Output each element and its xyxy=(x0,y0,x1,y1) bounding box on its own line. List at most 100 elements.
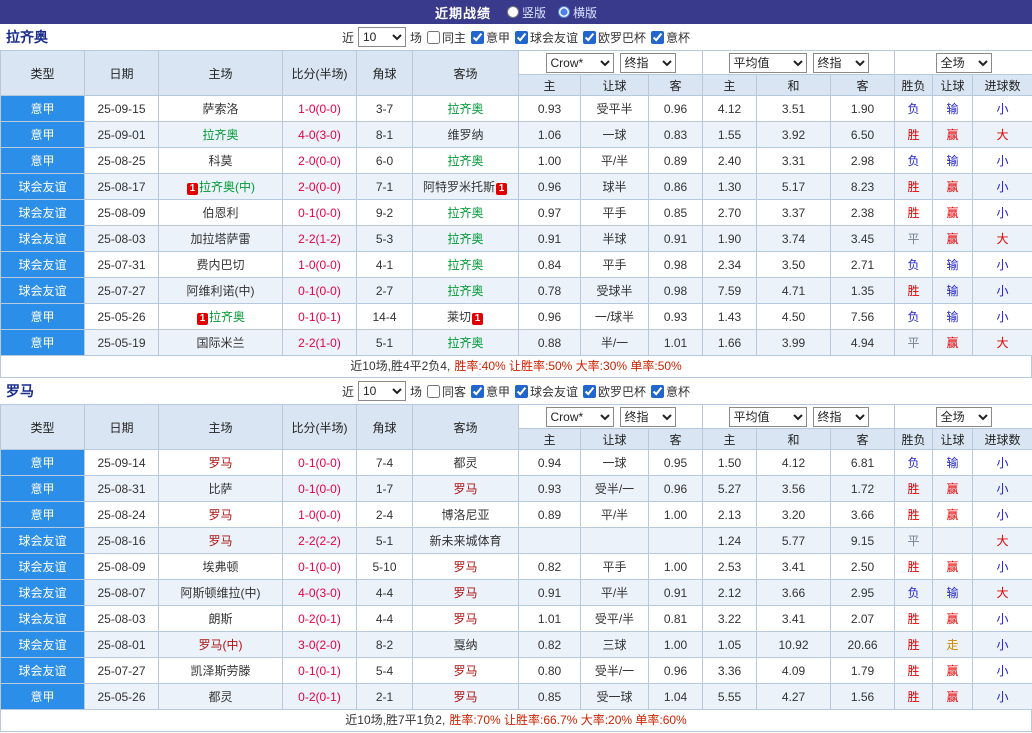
layout-option-1[interactable]: 横版 xyxy=(558,4,597,21)
team-name[interactable]: 朗斯 xyxy=(208,612,232,626)
team-name[interactable]: 拉齐奥 xyxy=(447,206,483,220)
team-name[interactable]: 都灵 xyxy=(453,456,477,470)
team-name[interactable]: 罗马(中) xyxy=(199,638,243,652)
sub-column-header: 让球 xyxy=(580,428,649,450)
team-name[interactable]: 阿维利诺(中) xyxy=(187,284,255,298)
date-cell: 25-09-01 xyxy=(84,121,159,148)
asia-final-odds-select[interactable]: 终指 xyxy=(619,52,676,73)
team-name[interactable]: 拉齐奥 xyxy=(202,128,238,142)
europe-away-odds-cell: 3.45 xyxy=(830,225,896,252)
layout-option-0[interactable]: 竖版 xyxy=(506,4,546,21)
team-name[interactable]: 都灵 xyxy=(208,690,232,704)
europe-away-odds-cell: 7.56 xyxy=(830,303,896,330)
team-name[interactable]: 埃弗顿 xyxy=(202,560,238,574)
europe-source-select[interactable]: 平均值 xyxy=(728,52,807,73)
europe-home-odds-cell: 2.34 xyxy=(702,251,758,278)
team-name[interactable]: 戛纳 xyxy=(453,638,477,652)
team-name[interactable]: 罗马 xyxy=(453,586,477,600)
europe-source-select[interactable]: 平均值 xyxy=(728,406,807,427)
team-name[interactable]: 伯恩利 xyxy=(202,206,238,220)
team-name[interactable]: 拉齐奥 xyxy=(447,284,483,298)
match-count-select[interactable]: 10 xyxy=(357,381,406,401)
fullmatch-scope-select[interactable]: 全场 xyxy=(935,406,992,427)
match-count-select[interactable]: 10 xyxy=(357,27,406,47)
team-name[interactable]: 莱切 xyxy=(447,310,471,324)
team-name[interactable]: 凯泽斯劳滕 xyxy=(190,664,250,678)
team-name[interactable]: 罗马 xyxy=(208,508,232,522)
team-name[interactable]: 阿斯顿维拉(中) xyxy=(181,586,261,600)
league-filter-1[interactable]: 球会友谊 xyxy=(515,383,578,400)
team-name[interactable]: 罗马 xyxy=(208,456,232,470)
team-name[interactable]: 新未来城体育 xyxy=(429,534,501,548)
league-cell: 意甲 xyxy=(0,475,85,502)
team-name[interactable]: 维罗纳 xyxy=(447,128,483,142)
team-name[interactable]: 科莫 xyxy=(208,154,232,168)
europe-final-odds-select[interactable]: 终指 xyxy=(812,52,869,73)
team-name[interactable]: 拉齐奥 xyxy=(447,154,483,168)
team-name[interactable]: 比萨 xyxy=(208,482,232,496)
europe-draw-odds-cell: 3.74 xyxy=(756,225,832,252)
sub-column-header: 客 xyxy=(647,74,704,96)
league-filter-3-checkbox[interactable] xyxy=(651,384,665,398)
score-cell: 2-0(0-0) xyxy=(282,173,357,200)
team-name[interactable]: 罗马 xyxy=(453,560,477,574)
same-venue-filter-checkbox[interactable] xyxy=(426,30,440,44)
team-name[interactable]: 萨索洛 xyxy=(202,102,238,116)
home-team-cell: 萨索洛 xyxy=(158,95,283,122)
europe-home-odds-cell: 7.59 xyxy=(702,277,758,304)
league-filter-0-checkbox[interactable] xyxy=(470,30,484,44)
league-filter-2-checkbox[interactable] xyxy=(583,30,597,44)
team-name[interactable]: 拉齐奥(中) xyxy=(199,180,255,194)
league-filter-0-checkbox[interactable] xyxy=(470,384,484,398)
league-filter-0[interactable]: 意甲 xyxy=(470,383,510,400)
team-name[interactable]: 罗马 xyxy=(453,482,477,496)
league-filter-3-checkbox[interactable] xyxy=(651,30,665,44)
asia-away-odds-cell: 0.83 xyxy=(647,121,704,148)
result-handicap-cell: 赢 xyxy=(932,173,974,200)
team-name[interactable]: 拉齐奥 xyxy=(447,102,483,116)
result-outcome-cell: 胜 xyxy=(894,173,934,200)
same-venue-filter-checkbox[interactable] xyxy=(426,384,440,398)
league-filter-2-checkbox[interactable] xyxy=(583,384,597,398)
europe-home-odds-cell: 1.05 xyxy=(702,631,758,658)
asia-source-select[interactable]: Crow* xyxy=(545,406,614,427)
team-name[interactable]: 拉齐奥 xyxy=(447,336,483,350)
league-filter-3[interactable]: 意杯 xyxy=(651,29,690,46)
team-name[interactable]: 国际米兰 xyxy=(196,336,244,350)
team-name[interactable]: 拉齐奥 xyxy=(209,310,245,324)
asia-final-odds-select[interactable]: 终指 xyxy=(619,406,676,427)
league-filter-2[interactable]: 欧罗巴杯 xyxy=(583,383,646,400)
team-name[interactable]: 拉齐奥 xyxy=(447,232,483,246)
team-name[interactable]: 罗马 xyxy=(453,612,477,626)
same-venue-filter[interactable]: 同客 xyxy=(426,383,466,400)
league-cell: 球会友谊 xyxy=(0,657,85,684)
europe-away-odds-cell: 2.50 xyxy=(830,553,896,580)
team-name[interactable]: 罗马 xyxy=(453,664,477,678)
europe-home-odds-cell: 4.12 xyxy=(702,95,758,122)
team-name[interactable]: 拉齐奥 xyxy=(447,258,483,272)
league-filter-1-checkbox[interactable] xyxy=(515,384,528,398)
team-name[interactable]: 博洛尼亚 xyxy=(441,508,489,522)
asia-source-select[interactable]: Crow* xyxy=(545,52,614,73)
same-venue-filter[interactable]: 同主 xyxy=(426,29,466,46)
team-name[interactable]: 罗马 xyxy=(208,534,232,548)
league-filter-0[interactable]: 意甲 xyxy=(470,29,510,46)
europe-away-odds-cell: 2.95 xyxy=(830,579,896,606)
league-filter-3[interactable]: 意杯 xyxy=(651,383,690,400)
league-filter-1[interactable]: 球会友谊 xyxy=(515,29,578,46)
team-name[interactable]: 罗马 xyxy=(453,690,477,704)
fullmatch-scope-select[interactable]: 全场 xyxy=(935,52,992,73)
corner-cell: 5-1 xyxy=(356,527,413,554)
league-filter-1-checkbox[interactable] xyxy=(515,30,528,44)
europe-draw-odds-cell: 5.17 xyxy=(756,173,832,200)
europe-final-odds-select[interactable]: 终指 xyxy=(812,406,869,427)
result-outcome-cell: 胜 xyxy=(894,277,934,304)
asia-handicap-cell: 半球 xyxy=(580,225,649,252)
league-filter-2[interactable]: 欧罗巴杯 xyxy=(583,29,646,46)
team-name[interactable]: 费内巴切 xyxy=(196,258,244,272)
europe-away-odds-cell: 1.79 xyxy=(830,657,896,684)
team-name[interactable]: 阿特罗米托斯 xyxy=(423,180,495,194)
layout-radio[interactable] xyxy=(558,6,570,18)
layout-radio[interactable] xyxy=(506,6,519,18)
team-name[interactable]: 加拉塔萨雷 xyxy=(190,232,250,246)
